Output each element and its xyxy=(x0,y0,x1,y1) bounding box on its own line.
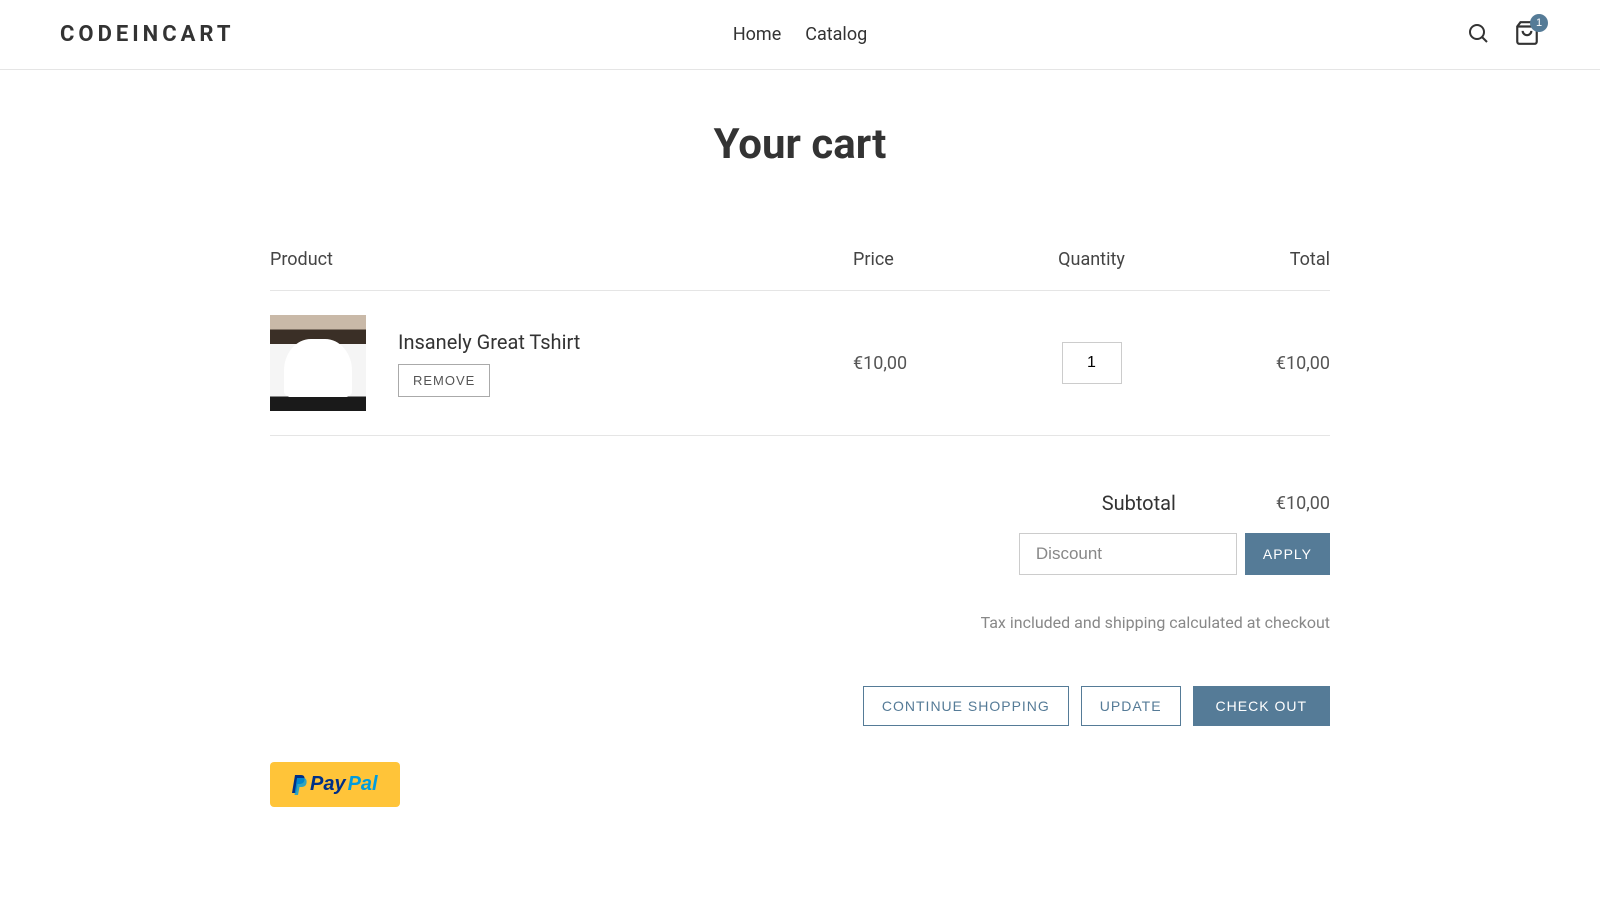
paypal-button[interactable]: PayPal xyxy=(270,762,400,807)
paypal-icon xyxy=(292,775,308,795)
header-icons: 1 xyxy=(1466,20,1540,49)
col-total: Total xyxy=(1171,249,1330,291)
subtotal-label: Subtotal xyxy=(1102,491,1176,515)
main-nav: Home Catalog xyxy=(733,24,867,45)
discount-row: APPLY xyxy=(863,533,1330,575)
cart-container: Your cart Product Price Quantity Total I… xyxy=(250,120,1350,807)
product-name[interactable]: Insanely Great Tshirt xyxy=(398,330,580,354)
product-info: Insanely Great Tshirt REMOVE xyxy=(398,330,580,397)
col-quantity: Quantity xyxy=(1012,249,1171,291)
page-title: Your cart xyxy=(270,120,1330,169)
cart-count-badge: 1 xyxy=(1530,14,1548,32)
tax-note: Tax included and shipping calculated at … xyxy=(863,613,1330,632)
continue-shopping-button[interactable]: CONTINUE SHOPPING xyxy=(863,686,1069,726)
cart-button[interactable]: 1 xyxy=(1514,20,1540,49)
product-image[interactable] xyxy=(270,315,366,411)
nav-home[interactable]: Home xyxy=(733,24,781,45)
logo[interactable]: CODEINCART xyxy=(60,22,234,47)
subtotal-row: Subtotal €10,00 xyxy=(863,491,1330,515)
apply-button[interactable]: APPLY xyxy=(1245,533,1330,575)
quantity-input[interactable] xyxy=(1062,342,1122,384)
discount-input[interactable] xyxy=(1019,533,1237,575)
item-total: €10,00 xyxy=(1171,291,1330,436)
subtotal-value: €10,00 xyxy=(1276,493,1330,514)
action-row: CONTINUE SHOPPING UPDATE CHECK OUT xyxy=(863,686,1330,726)
item-price: €10,00 xyxy=(853,291,1012,436)
site-header: CODEINCART Home Catalog 1 xyxy=(0,0,1600,70)
nav-catalog[interactable]: Catalog xyxy=(805,24,867,45)
col-product: Product xyxy=(270,249,853,291)
summary: Subtotal €10,00 APPLY Tax included and s… xyxy=(270,491,1330,726)
search-button[interactable] xyxy=(1466,21,1490,48)
paypal-text-pay: Pay xyxy=(310,773,346,796)
cart-row: Insanely Great Tshirt REMOVE €10,00 €10,… xyxy=(270,291,1330,436)
search-icon xyxy=(1466,21,1490,45)
update-button[interactable]: UPDATE xyxy=(1081,686,1181,726)
cart-table: Product Price Quantity Total Insanely Gr… xyxy=(270,249,1330,436)
paypal-section: PayPal xyxy=(270,762,1330,807)
col-price: Price xyxy=(853,249,1012,291)
remove-button[interactable]: REMOVE xyxy=(398,364,490,397)
product-cell: Insanely Great Tshirt REMOVE xyxy=(270,315,853,411)
checkout-button[interactable]: CHECK OUT xyxy=(1193,686,1330,726)
paypal-text-pal: Pal xyxy=(348,773,378,796)
